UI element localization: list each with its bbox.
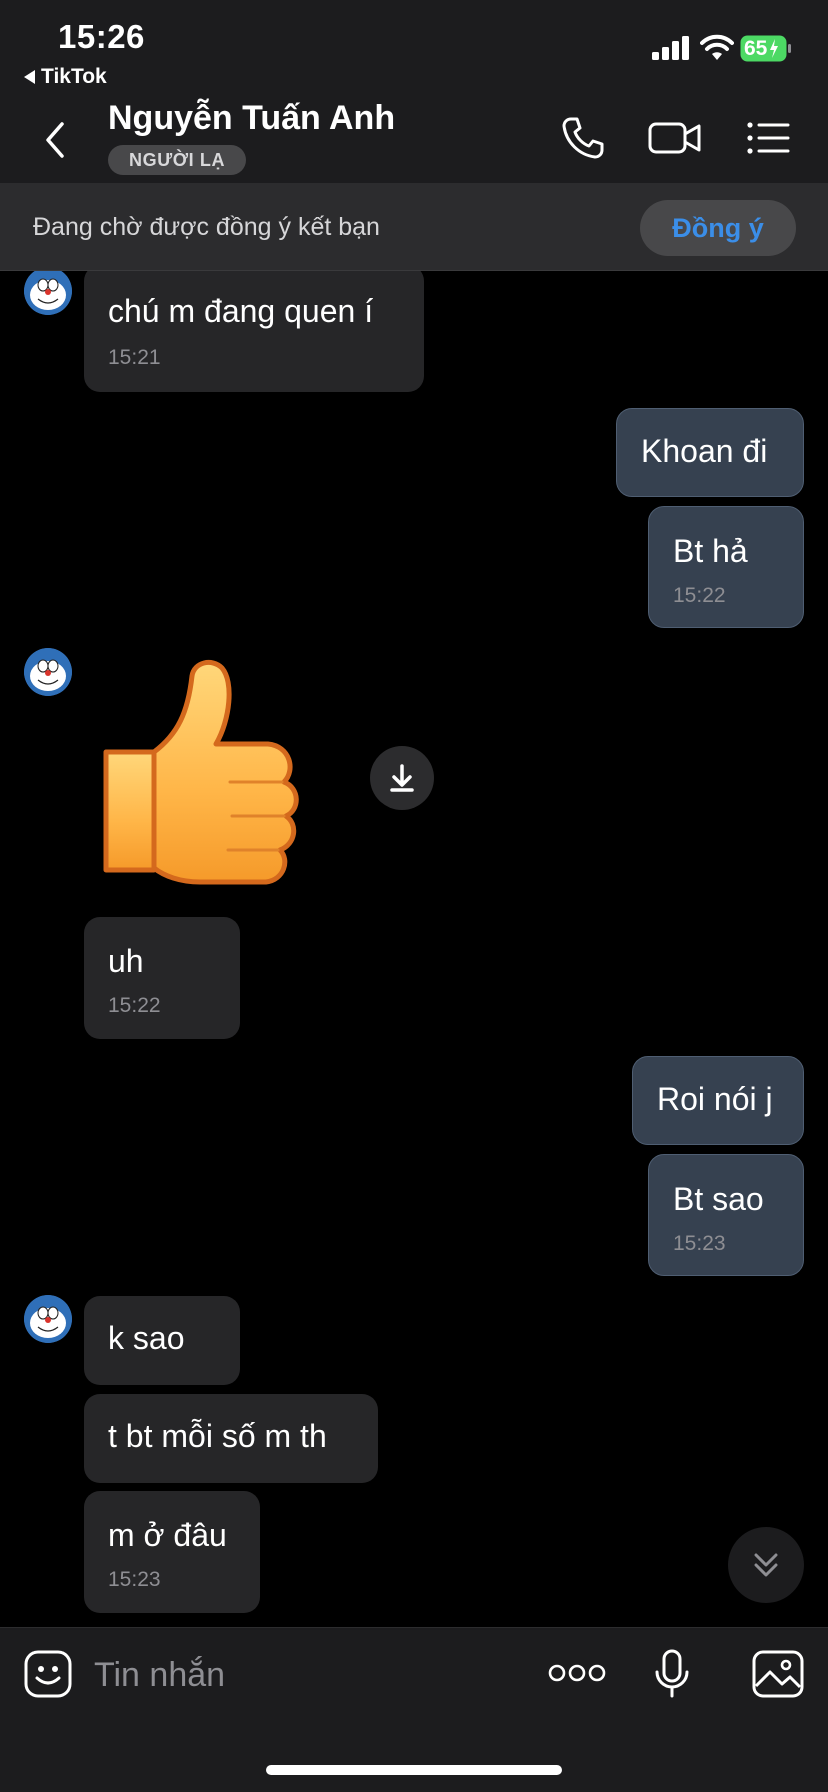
message-time: 15:22	[108, 994, 161, 1017]
more-options-icon[interactable]	[548, 1662, 606, 1684]
message-text: Roi nói j	[657, 1081, 773, 1117]
download-sticker-button[interactable]	[370, 746, 434, 810]
status-time: 15:26	[58, 18, 145, 55]
back-to-app-button[interactable]: TikTok	[24, 65, 107, 89]
message-bubble[interactable]: m ở đâu 15:23	[84, 1491, 260, 1613]
thumbs-up-sticker-icon[interactable]	[100, 654, 324, 902]
doraemon-avatar-icon	[24, 648, 72, 696]
emoji-sticker-icon[interactable]	[24, 1650, 72, 1698]
message-text: k sao	[108, 1320, 185, 1356]
message-text: uh	[108, 943, 144, 979]
video-call-icon[interactable]	[648, 115, 702, 161]
contact-name[interactable]: Nguyễn Tuấn Anh	[108, 99, 395, 138]
message-bubble[interactable]: Bt hả 15:22	[648, 506, 804, 628]
home-indicator	[266, 1765, 562, 1775]
message-bubble[interactable]: chú m đang quen í 15:21	[84, 271, 424, 392]
status-bar: 15:26 TikTok 65	[0, 0, 828, 95]
doraemon-avatar-icon	[24, 271, 72, 315]
message-text: Bt hả	[673, 533, 748, 569]
contact-avatar[interactable]	[24, 271, 72, 315]
battery-level: 65	[744, 37, 768, 60]
scroll-to-bottom-button[interactable]	[728, 1527, 804, 1603]
message-time: 15:23	[673, 1232, 726, 1255]
back-app-label: TikTok	[41, 65, 107, 88]
message-text: m ở đâu	[108, 1517, 227, 1553]
message-text: t bt mỗi số m th	[108, 1418, 327, 1454]
microphone-icon[interactable]	[654, 1648, 690, 1700]
chat-header: Nguyễn Tuấn Anh NGƯỜI LẠ	[0, 95, 828, 183]
message-input-bar	[0, 1627, 828, 1792]
message-input[interactable]	[94, 1652, 494, 1698]
doraemon-avatar-icon	[24, 1295, 72, 1343]
message-text: Bt sao	[673, 1181, 764, 1217]
menu-list-icon[interactable]	[745, 115, 791, 161]
accept-friend-button[interactable]: Đồng ý	[640, 200, 796, 256]
message-bubble[interactable]: uh 15:22	[84, 917, 240, 1039]
back-triangle-icon	[24, 70, 35, 84]
stranger-badge: NGƯỜI LẠ	[108, 145, 247, 175]
wifi-icon	[700, 34, 734, 60]
message-bubble[interactable]: Khoan đi	[616, 408, 804, 497]
message-bubble[interactable]: Bt sao 15:23	[648, 1154, 804, 1276]
double-chevron-down-icon	[754, 1553, 778, 1577]
pending-friend-banner: Đang chờ được đồng ý kết bạn Đồng ý	[0, 183, 828, 271]
download-icon	[390, 764, 414, 792]
message-time: 15:22	[673, 584, 726, 607]
phone-call-icon[interactable]	[560, 115, 606, 161]
contact-avatar[interactable]	[24, 648, 72, 696]
contact-avatar[interactable]	[24, 1295, 72, 1343]
message-time: 15:21	[108, 346, 161, 369]
message-bubble[interactable]: t bt mỗi số m th	[84, 1394, 378, 1483]
pending-friend-text: Đang chờ được đồng ý kết bạn	[33, 213, 380, 241]
back-chevron-icon[interactable]	[40, 120, 70, 160]
message-bubble[interactable]: Roi nói j	[632, 1056, 804, 1145]
message-time: 15:23	[108, 1568, 161, 1591]
message-text: Khoan đi	[641, 433, 768, 469]
image-gallery-icon[interactable]	[752, 1650, 804, 1698]
signal-icon	[652, 36, 689, 60]
message-bubble[interactable]: k sao	[84, 1296, 240, 1385]
message-text: chú m đang quen í	[108, 293, 374, 329]
message-list[interactable]: chú m đang quen í 15:21 Khoan đi Bt hả 1…	[0, 271, 828, 1627]
